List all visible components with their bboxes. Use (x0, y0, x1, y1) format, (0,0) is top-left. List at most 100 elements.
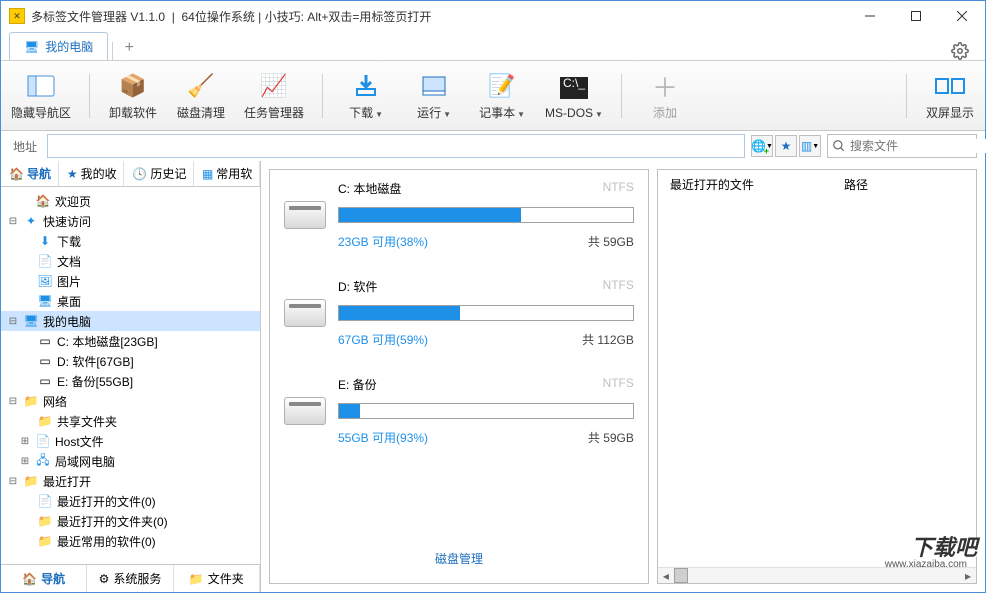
task-manager-button[interactable]: 📈 任务管理器 (244, 70, 304, 121)
tree-recent-files[interactable]: 📄最近打开的文件(0) (1, 491, 260, 511)
col-path[interactable]: 路径 (844, 176, 964, 193)
search-input[interactable] (850, 139, 986, 153)
tree-recent[interactable]: ⊟📁最近打开 (1, 471, 260, 491)
chart-icon: 📈 (258, 70, 290, 102)
tree-label: 桌面 (57, 293, 81, 310)
tree-desktop[interactable]: 🖥桌面 (1, 291, 260, 311)
disk-e[interactable]: E: 备份NTFS 55GB 可用(93%)共 59GB (284, 376, 634, 446)
col-recent-file[interactable]: 最近打开的文件 (670, 176, 844, 193)
collapse-icon[interactable]: ⊟ (7, 216, 19, 227)
tree-quick-access[interactable]: ⊟✦快速访问 (1, 211, 260, 231)
picture-icon: 🖼 (37, 273, 53, 289)
expand-icon[interactable]: ⊞ (19, 456, 31, 467)
tree-label: 下载 (57, 233, 81, 250)
notepad-icon: 📝 (486, 70, 518, 102)
disk-fs: NTFS (603, 180, 634, 197)
tree-label: 图片 (57, 273, 81, 290)
tree-lan[interactable]: ⊞🖧局域网电脑 (1, 451, 260, 471)
scroll-right-icon[interactable]: ▸ (960, 568, 976, 583)
toolbar: 隐藏导航区 📦 卸载软件 🧹 磁盘清理 📈 任务管理器 下载▼ 运行▼ 📝 记事… (1, 61, 985, 131)
uninstall-button[interactable]: 📦 卸载软件 (108, 70, 158, 121)
bottom-tab-folders[interactable]: 📁文件夹 (174, 565, 260, 592)
tree-share[interactable]: 📁共享文件夹 (1, 411, 260, 431)
address-label: 地址 (9, 138, 41, 155)
collapse-icon[interactable]: ⊟ (7, 476, 19, 487)
scroll-left-icon[interactable]: ◂ (658, 568, 674, 583)
folder-icon: 📁 (23, 393, 39, 409)
msdos-button[interactable]: C:\_ MS-DOS▼ (545, 72, 603, 120)
tool-label: 运行▼ (417, 104, 451, 121)
tool-label: 任务管理器 (244, 104, 304, 121)
favorite-button[interactable]: ★ (775, 135, 797, 157)
sidebar-tab-nav[interactable]: 🏠导航 (1, 161, 59, 186)
hide-nav-button[interactable]: 隐藏导航区 (11, 70, 71, 121)
disk-c[interactable]: C: 本地磁盘NTFS 23GB 可用(38%)共 59GB (284, 180, 634, 250)
download-icon (350, 70, 382, 102)
tab-label: 文件夹 (208, 570, 244, 587)
address-input[interactable] (47, 134, 745, 158)
tree-network[interactable]: ⊟📁网络 (1, 391, 260, 411)
plus-icon: ＋ (649, 70, 681, 102)
search-box[interactable] (827, 134, 977, 158)
tab-label: 常用软 (216, 165, 252, 182)
tree-welcome[interactable]: 🏠欢迎页 (1, 191, 260, 211)
tree-documents[interactable]: 📄文档 (1, 251, 260, 271)
disk-available: 23GB 可用(38%) (338, 233, 428, 250)
bottom-tab-services[interactable]: ⚙系统服务 (87, 565, 173, 592)
tree-drive-d[interactable]: ▭D: 软件[67GB] (1, 351, 260, 371)
network-icon: 🖧 (35, 453, 51, 469)
tree-my-computer[interactable]: ⊟🖥我的电脑 (1, 311, 260, 331)
tree-label: 最近打开的文件(0) (57, 493, 156, 510)
scrollbar-thumb[interactable] (674, 568, 688, 583)
disk-d[interactable]: D: 软件NTFS 67GB 可用(59%)共 112GB (284, 278, 634, 348)
sidebar-tab-common[interactable]: ▦常用软 (194, 161, 260, 186)
disk-clean-button[interactable]: 🧹 磁盘清理 (176, 70, 226, 121)
tree-label: 最近打开的文件夹(0) (57, 513, 168, 530)
disk-icon (284, 299, 326, 327)
collapse-icon[interactable]: ⊟ (7, 396, 19, 407)
tree-pictures[interactable]: 🖼图片 (1, 271, 260, 291)
folder-icon: 📁 (23, 473, 39, 489)
monitor-icon: 🖥 (23, 313, 39, 329)
sidebar-tab-fav[interactable]: ★我的收 (59, 161, 124, 186)
app-icon: ▦ (202, 167, 213, 181)
download-button[interactable]: 下载▼ (341, 70, 391, 121)
disk-name: D: 软件 (338, 278, 377, 295)
new-tab-button[interactable]: + (117, 36, 141, 60)
dual-screen-button[interactable]: 双屏显示 (925, 70, 975, 121)
tree-drive-e[interactable]: ▭E: 备份[55GB] (1, 371, 260, 391)
close-button[interactable] (939, 1, 985, 31)
maximize-button[interactable] (893, 1, 939, 31)
address-bar: 地址 🌐+▼ ★ ▥▼ (1, 131, 985, 161)
disk-fs: NTFS (603, 278, 634, 295)
tree-label: 欢迎页 (55, 193, 91, 210)
view-mode-button[interactable]: ▥▼ (799, 135, 821, 157)
tree-recent-soft[interactable]: 📁最近常用的软件(0) (1, 531, 260, 551)
bottom-tab-nav[interactable]: 🏠导航 (1, 565, 87, 592)
notepad-button[interactable]: 📝 记事本▼ (477, 70, 527, 121)
tree-label: 文档 (57, 253, 81, 270)
add-favorite-button[interactable]: 🌐+▼ (751, 135, 773, 157)
minimize-button[interactable] (847, 1, 893, 31)
run-icon (418, 70, 450, 102)
settings-button[interactable] (951, 42, 969, 60)
home-icon: 🏠 (22, 572, 37, 586)
tree-recent-folders[interactable]: 📁最近打开的文件夹(0) (1, 511, 260, 531)
tree-drive-c[interactable]: ▭C: 本地磁盘[23GB] (1, 331, 260, 351)
home-icon: 🏠 (35, 193, 51, 209)
monitor-icon: 🖥 (37, 293, 53, 309)
tree-downloads[interactable]: ⬇下载 (1, 231, 260, 251)
disk-usage-bar (338, 305, 634, 321)
collapse-icon[interactable]: ⊟ (7, 316, 19, 327)
toolbar-separator (906, 74, 907, 118)
run-button[interactable]: 运行▼ (409, 70, 459, 121)
disk-manage-link[interactable]: 磁盘管理 (284, 544, 634, 573)
folder-icon: 📁 (37, 533, 53, 549)
tree-host[interactable]: ⊞📄Host文件 (1, 431, 260, 451)
tool-label: 下载▼ (349, 104, 383, 121)
add-button[interactable]: ＋ 添加 (640, 70, 690, 121)
horizontal-scrollbar[interactable]: ◂ ▸ (658, 567, 976, 583)
expand-icon[interactable]: ⊞ (19, 436, 31, 447)
tab-my-computer[interactable]: 🖥 我的电脑 (9, 32, 108, 60)
sidebar-tab-history[interactable]: 🕓历史记 (124, 161, 194, 186)
